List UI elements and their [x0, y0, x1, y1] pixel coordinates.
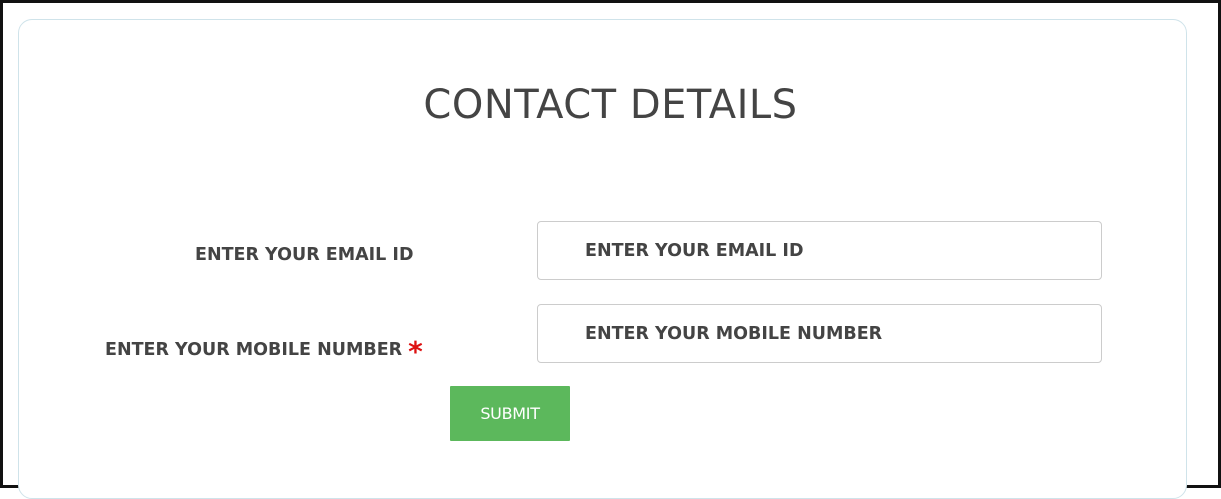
- mobile-label-text: ENTER YOUR MOBILE NUMBER: [105, 340, 403, 360]
- page-title: CONTACT DETAILS: [423, 82, 798, 128]
- email-label-text: ENTER YOUR EMAIL ID: [195, 245, 414, 265]
- email-label: ENTER YOUR EMAIL ID: [195, 245, 413, 265]
- mobile-number-input[interactable]: [537, 304, 1102, 363]
- submit-button[interactable]: SUBMIT: [450, 386, 570, 441]
- mobile-label: ENTER YOUR MOBILE NUMBER *: [105, 329, 423, 368]
- email-input[interactable]: [537, 221, 1102, 280]
- required-asterisk: *: [408, 335, 423, 368]
